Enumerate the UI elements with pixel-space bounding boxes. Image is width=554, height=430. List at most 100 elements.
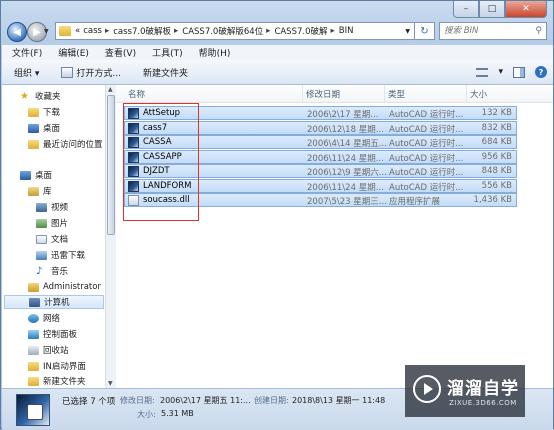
back-button[interactable]: ◀ [7, 22, 27, 42]
file-type: AutoCAD 运行时... [389, 183, 464, 193]
scrollbar-thumb[interactable] [107, 95, 115, 235]
view-options-dropdown[interactable]: ▾ [498, 67, 503, 77]
selected-files-thumbnail-icon [16, 394, 50, 426]
file-size: 848 KB [481, 166, 512, 176]
nav-network[interactable]: 网络 [28, 311, 60, 325]
scroll-up-arrow-icon[interactable]: ▲ [108, 86, 113, 93]
nav-computer[interactable]: 计算机 [4, 295, 104, 309]
column-header-name[interactable]: 名称 [128, 88, 145, 100]
nav-in-startup-folder[interactable]: IN启动界面 [28, 359, 86, 373]
organize-button[interactable]: 组织 ▾ [14, 66, 39, 79]
watermark-title: 溜溜自学 [447, 379, 519, 399]
nav-label: 回收站 [43, 346, 69, 356]
download-folder-icon [28, 107, 39, 117]
column-divider[interactable] [302, 85, 303, 102]
file-date: 2006\12\9 星期六... [307, 168, 387, 178]
file-size: 684 KB [481, 137, 512, 147]
nav-control-panel[interactable]: 控制面板 [28, 327, 77, 341]
search-icon[interactable]: ⚲ [535, 26, 542, 36]
breadcrumb-separator[interactable]: ▸ [174, 26, 178, 36]
file-type: AutoCAD 运行时... [389, 139, 464, 149]
column-header-size[interactable]: 大小 [470, 88, 487, 100]
modified-date-value: 2006\2\17 星期五 11:... [160, 396, 251, 405]
close-button[interactable]: ✕ [505, 1, 547, 18]
nav-videos[interactable]: 视频 [36, 200, 68, 214]
scroll-down-arrow-icon[interactable]: ▼ [108, 380, 113, 387]
column-header-type[interactable]: 类型 [388, 88, 405, 100]
nav-thunder-downloads[interactable]: 迅雷下载 [36, 248, 85, 262]
nav-documents[interactable]: 文档 [36, 232, 68, 246]
selection-count: 已选择 7 个项 [62, 397, 116, 407]
navigation-pane: ★ 收藏夹 下载 桌面 最近访问的位置 桌面 库 视频 图片 文档 迅雷下载 ♪ 音… [2, 85, 105, 388]
search-input[interactable] [440, 25, 530, 37]
nav-music[interactable]: ♪ 音乐 [36, 264, 68, 278]
nav-favorites[interactable]: ★ 收藏夹 [20, 89, 61, 103]
menu-view[interactable]: 查看(V) [95, 46, 142, 59]
recent-pages-dropdown[interactable]: ▼ [44, 28, 49, 35]
documents-library-icon [36, 234, 47, 244]
nav-libraries[interactable]: 库 [28, 184, 52, 198]
column-divider[interactable] [384, 85, 385, 102]
menu-help[interactable]: 帮助(H) [189, 46, 237, 59]
breadcrumb-item[interactable]: cass [83, 26, 102, 36]
recent-places-icon [28, 139, 39, 149]
open-with-button[interactable]: 打开方式... [61, 66, 121, 79]
video-library-icon [36, 202, 47, 212]
breadcrumb-separator[interactable]: ▸ [105, 26, 109, 36]
file-type: AutoCAD 运行时... [389, 110, 464, 120]
breadcrumb-item-current[interactable]: BIN [339, 26, 354, 36]
file-date: 2006\11\24 星期... [307, 183, 384, 193]
breadcrumb-separator[interactable]: ▸ [331, 26, 335, 36]
nav-label: 网络 [43, 314, 61, 324]
file-size: 832 KB [481, 123, 512, 133]
breadcrumb-item[interactable]: CASS7.0破解版64位 [182, 25, 263, 37]
menu-edit[interactable]: 编辑(E) [48, 46, 95, 59]
nav-label: 桌面 [35, 171, 53, 181]
change-view-icon[interactable] [476, 67, 489, 77]
nav-new-folder[interactable]: 新建文件夹 [28, 374, 86, 388]
menu-file[interactable]: 文件(F) [2, 46, 48, 59]
nav-recycle-bin[interactable]: 回收站 [28, 343, 69, 357]
column-divider[interactable] [466, 85, 467, 102]
nav-desktop-favorite[interactable]: 桌面 [28, 121, 60, 135]
nav-label: 音乐 [51, 267, 69, 277]
column-header-date[interactable]: 修改日期 [306, 88, 340, 100]
nav-downloads[interactable]: 下载 [28, 105, 60, 119]
thunder-download-icon [36, 250, 47, 260]
size-value: 5.31 MB [161, 409, 194, 418]
breadcrumb-separator[interactable]: ▸ [266, 26, 270, 36]
file-type: AutoCAD 运行时... [389, 154, 464, 164]
computer-icon [29, 297, 40, 307]
open-with-label: 打开方式... [76, 68, 121, 79]
help-icon[interactable]: ? [535, 66, 547, 78]
search-box[interactable]: ⚲ [439, 22, 547, 40]
breadcrumb-item[interactable]: cass7.0破解板 [113, 25, 171, 37]
command-bar: 组织 ▾ 打开方式... 新建文件夹 ▾ ? [2, 60, 553, 85]
nav-pictures[interactable]: 图片 [36, 216, 68, 230]
menu-tools[interactable]: 工具(T) [142, 46, 189, 59]
preview-pane-icon[interactable] [513, 66, 525, 78]
file-size: 132 KB [481, 108, 512, 118]
nav-label: 库 [43, 187, 52, 197]
nav-label: 图片 [51, 219, 69, 229]
created-date-value: 2018\8\13 星期一 11:48 [292, 396, 386, 405]
refresh-button[interactable]: ↻ [415, 22, 435, 40]
folder-icon [59, 26, 71, 36]
maximize-button[interactable]: □ [479, 1, 505, 18]
address-overflow-chevron[interactable]: « [75, 26, 80, 36]
breadcrumb-item[interactable]: CASS7.0破解 [274, 25, 327, 37]
minimize-button[interactable]: – [453, 1, 479, 18]
pictures-library-icon [36, 218, 47, 228]
address-bar[interactable]: « cass ▸ cass7.0破解板 ▸ CASS7.0破解版64位 ▸ CA… [55, 22, 415, 40]
desktop-icon [20, 170, 31, 180]
file-date: 2006\2\17 星期... [307, 110, 379, 120]
address-history-dropdown[interactable]: ▼ [405, 28, 410, 35]
created-date-label: 创建日期: [254, 396, 289, 405]
explorer-window: – □ ✕ ◀ ▶ ▼ « cass ▸ cass7.0破解板 ▸ CASS7.… [0, 0, 554, 430]
nav-recent-places[interactable]: 最近访问的位置 [28, 137, 103, 151]
highlight-annotation-box [123, 103, 199, 221]
new-folder-button[interactable]: 新建文件夹 [143, 66, 188, 79]
user-folder-icon [28, 282, 39, 292]
nav-desktop[interactable]: 桌面 [20, 168, 52, 182]
nav-administrator[interactable]: Administrator [28, 280, 101, 294]
